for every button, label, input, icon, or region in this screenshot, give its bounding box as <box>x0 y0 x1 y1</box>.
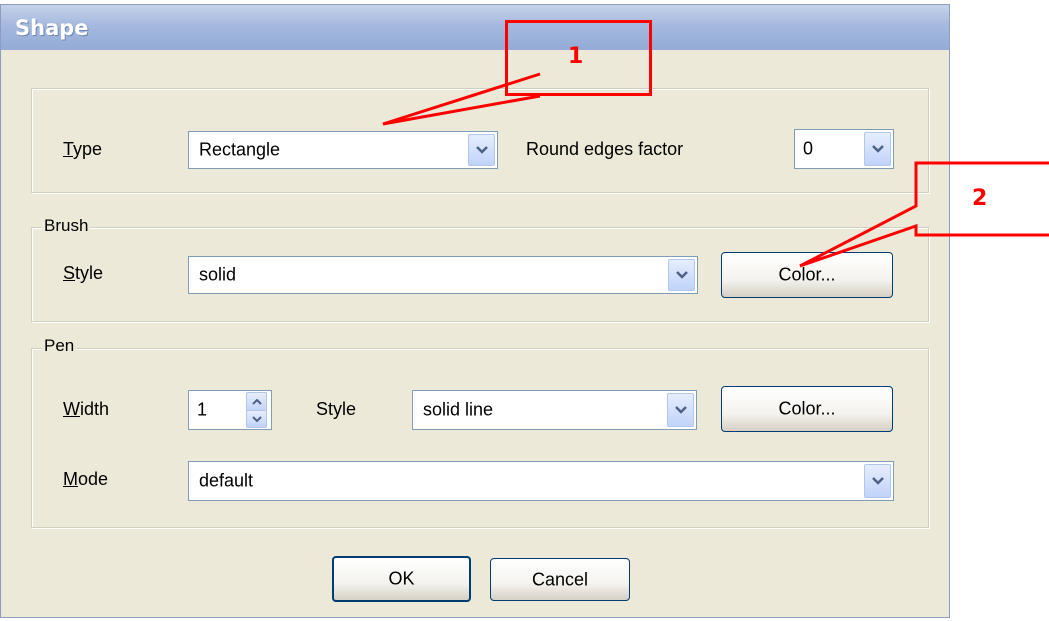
type-label: Type <box>63 139 103 159</box>
pen-width-spinner[interactable]: 1 <box>188 390 272 430</box>
round-edges-combobox[interactable]: 0 <box>794 129 894 169</box>
pen-style-value: solid line <box>423 399 494 420</box>
pen-mode-label: Mode <box>63 469 109 489</box>
chevron-down-icon[interactable] <box>864 464 891 498</box>
round-edges-value: 0 <box>803 138 814 159</box>
brush-style-label: Style <box>63 263 104 283</box>
pen-mode-combobox[interactable]: default <box>188 461 894 501</box>
type-value: Rectangle <box>199 139 281 160</box>
callout-1-number: 1 <box>568 44 584 69</box>
pen-group <box>31 348 929 528</box>
chevron-down-icon[interactable] <box>864 132 891 166</box>
cancel-button[interactable]: Cancel <box>490 558 630 601</box>
type-combobox[interactable]: Rectangle <box>188 131 498 169</box>
pen-width-value: 1 <box>197 399 208 420</box>
brush-legend: Brush <box>42 216 91 236</box>
chevron-down-icon[interactable] <box>668 259 695 291</box>
chevron-down-icon[interactable] <box>468 134 495 166</box>
round-edges-label: Round edges factor <box>526 139 684 159</box>
spin-up-icon[interactable] <box>246 392 267 412</box>
pen-style-combobox[interactable]: solid line <box>412 390 697 430</box>
title-bar[interactable]: Shape <box>1 5 949 50</box>
window-title: Shape <box>15 16 89 40</box>
callout-2-number: 2 <box>972 186 988 211</box>
pen-color-button[interactable]: Color... <box>721 386 893 432</box>
shape-dialog: Shape Type Rectangle Round edges factor … <box>0 4 950 618</box>
pen-width-label: Width <box>63 399 110 419</box>
brush-color-button[interactable]: Color... <box>721 252 893 298</box>
spin-down-icon[interactable] <box>246 410 267 428</box>
pen-legend: Pen <box>42 336 77 356</box>
pen-mode-value: default <box>199 470 254 491</box>
brush-style-combobox[interactable]: solid <box>188 256 698 294</box>
ok-button[interactable]: OK <box>332 556 471 602</box>
chevron-down-icon[interactable] <box>667 393 694 427</box>
brush-style-value: solid <box>199 264 237 285</box>
pen-style-label: Style <box>316 399 357 419</box>
